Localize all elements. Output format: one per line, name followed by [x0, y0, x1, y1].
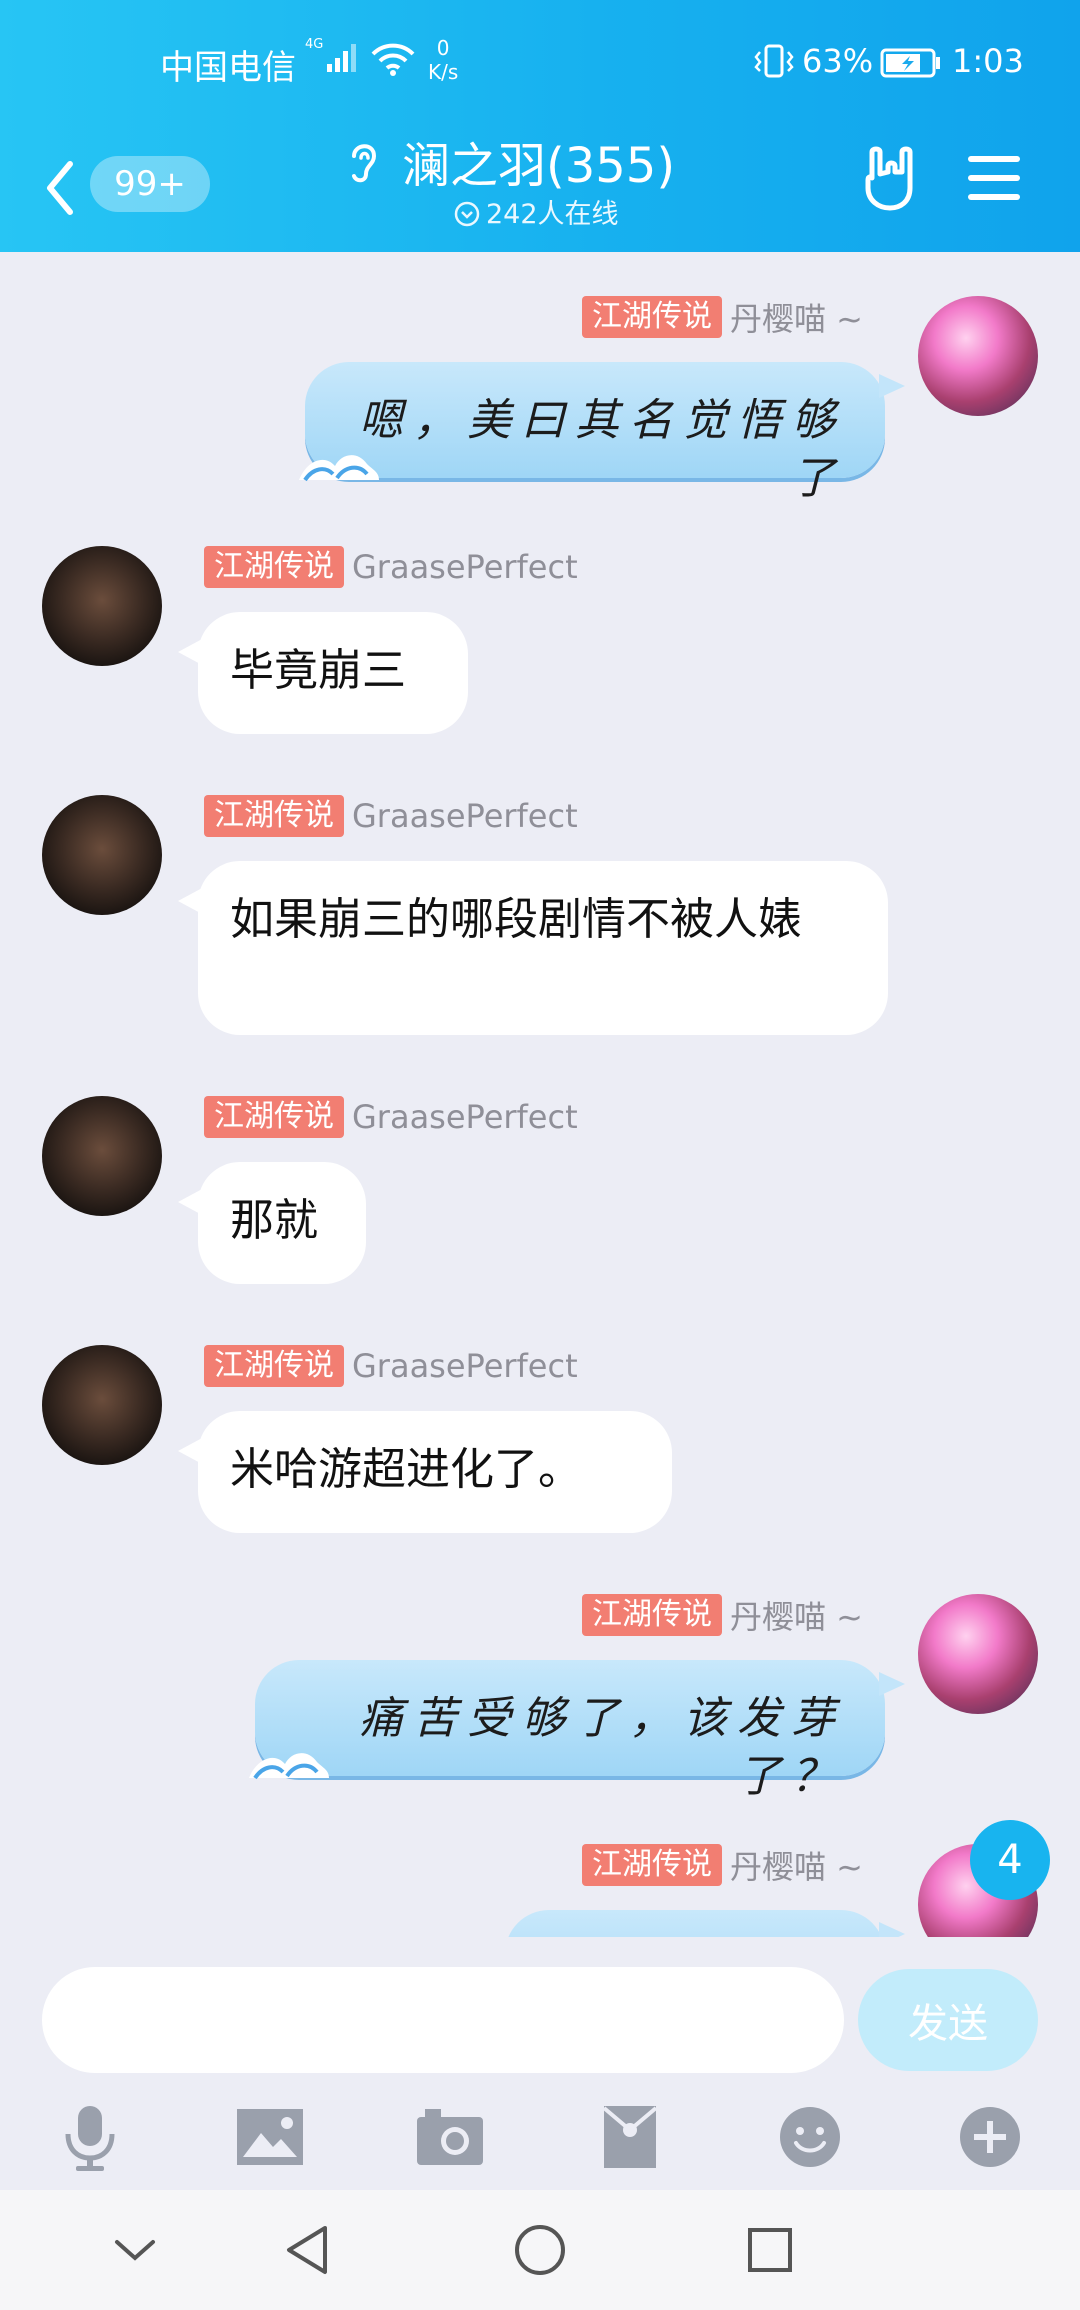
- message-bubble[interactable]: 嗯，美曰其名觉悟够了: [299, 362, 905, 504]
- title-badge: 江湖传说: [204, 795, 344, 837]
- message-text: 毕竟崩三: [230, 645, 406, 696]
- avatar[interactable]: [42, 1096, 162, 1216]
- avatar[interactable]: [42, 546, 162, 666]
- sender-line: 江湖传说 GraasePerfect: [204, 1096, 578, 1138]
- message-bubble[interactable]: [505, 1910, 905, 1937]
- status-bar: 中国电信 4G 0 K/s 63% 1:03: [0, 0, 1080, 120]
- emoji-icon[interactable]: [770, 2097, 850, 2177]
- avatar[interactable]: [42, 795, 162, 915]
- ear-icon[interactable]: [342, 136, 382, 190]
- carrier-label: 中国电信: [160, 48, 296, 88]
- battery-icon: [880, 48, 942, 82]
- message-text: 米哈游超进化了。: [230, 1444, 582, 1495]
- message-input[interactable]: [42, 1967, 844, 2073]
- message-text: 痛苦受够了，该发芽了？: [359, 1693, 845, 1802]
- title-badge: 江湖传说: [582, 296, 722, 338]
- sender-line: 江湖传说 丹樱喵 ~: [582, 1594, 863, 1636]
- hand-gesture-icon[interactable]: [858, 144, 922, 218]
- send-button[interactable]: 发送: [858, 1969, 1038, 2071]
- navigation-bar: [0, 2190, 1080, 2310]
- wave-icon: [299, 455, 379, 482]
- battery-percent: 63%: [802, 42, 874, 80]
- message-bubble[interactable]: 毕竟崩三: [178, 612, 468, 734]
- message-text: 那就: [230, 1195, 318, 1246]
- wifi-icon: [370, 42, 416, 80]
- plus-icon[interactable]: [950, 2097, 1030, 2177]
- online-count-label: 242人在线: [486, 199, 619, 230]
- title-badge: 江湖传说: [204, 1096, 344, 1138]
- group-title[interactable]: 澜之羽(355): [402, 126, 675, 196]
- message-bubble[interactable]: 如果崩三的哪段剧情不被人婊: [178, 861, 888, 1035]
- chevron-left-icon: [47, 161, 73, 215]
- title-badge: 江湖传说: [582, 1844, 722, 1886]
- sender-name[interactable]: GraasePerfect: [352, 797, 578, 835]
- chevron-down-icon[interactable]: [100, 2220, 170, 2280]
- sender-line: 江湖传说 GraasePerfect: [204, 795, 578, 837]
- title-badge: 江湖传说: [204, 546, 344, 588]
- avatar[interactable]: [918, 296, 1038, 416]
- menu-icon[interactable]: [966, 154, 1022, 206]
- avatar[interactable]: [42, 1345, 162, 1465]
- message-bubble[interactable]: 痛苦受够了，该发芽了？: [249, 1660, 905, 1802]
- signal-icon: 4G: [305, 36, 361, 80]
- message-text: 嗯，美曰其名觉悟够了: [359, 395, 845, 504]
- title-bar: 99+ 澜之羽(355) 242人在线: [0, 120, 1080, 252]
- network-type: 4G: [305, 37, 323, 52]
- vibrate-icon: [752, 44, 796, 82]
- sender-line: 江湖传说 丹樱喵 ~: [582, 1844, 863, 1886]
- title-badge: 江湖传说: [582, 1594, 722, 1636]
- sender-name[interactable]: GraasePerfect: [352, 548, 578, 586]
- camera-icon[interactable]: [410, 2097, 490, 2177]
- nav-home-icon[interactable]: [505, 2220, 575, 2280]
- network-speed: 0 K/s: [428, 36, 459, 84]
- title-badge: 江湖传说: [204, 1345, 344, 1387]
- sender-name[interactable]: 丹樱喵 ~: [730, 1592, 863, 1638]
- sender-name[interactable]: GraasePerfect: [352, 1347, 578, 1385]
- clock: 1:03: [952, 42, 1024, 80]
- message-bubble[interactable]: 米哈游超进化了。: [178, 1411, 672, 1533]
- wave-icon: [249, 1753, 329, 1780]
- sender-name[interactable]: 丹樱喵 ~: [730, 294, 863, 340]
- red-packet-icon[interactable]: [590, 2097, 670, 2177]
- header: 中国电信 4G 0 K/s 63% 1:03 99+ 澜之羽(355) 242人…: [0, 0, 1080, 252]
- unread-count-badge: 99+: [90, 156, 210, 212]
- chat-area[interactable]: 江湖传说 丹樱喵 ~ 嗯，美曰其名觉悟够了 江湖传说 GraasePerfect…: [0, 252, 1080, 1937]
- chevron-down-circle-icon: [454, 201, 480, 226]
- sender-name[interactable]: 丹樱喵 ~: [730, 1842, 863, 1888]
- back-button[interactable]: 99+: [44, 150, 210, 220]
- nav-recent-icon[interactable]: [735, 2220, 805, 2280]
- message-text: 如果崩三的哪段剧情不被人婊: [230, 894, 802, 945]
- image-icon[interactable]: [230, 2097, 310, 2177]
- online-count[interactable]: 242人在线: [454, 192, 619, 231]
- avatar[interactable]: [918, 1594, 1038, 1714]
- sender-name[interactable]: GraasePerfect: [352, 1098, 578, 1136]
- microphone-icon[interactable]: [50, 2097, 130, 2177]
- sender-line: 江湖传说 丹樱喵 ~: [582, 296, 863, 338]
- new-message-badge[interactable]: 4: [970, 1820, 1050, 1900]
- sender-line: 江湖传说 GraasePerfect: [204, 1345, 578, 1387]
- message-bubble[interactable]: 那就: [178, 1162, 366, 1284]
- nav-back-icon[interactable]: [272, 2220, 342, 2280]
- composer: 发送: [0, 1937, 1080, 2190]
- sender-line: 江湖传说 GraasePerfect: [204, 546, 578, 588]
